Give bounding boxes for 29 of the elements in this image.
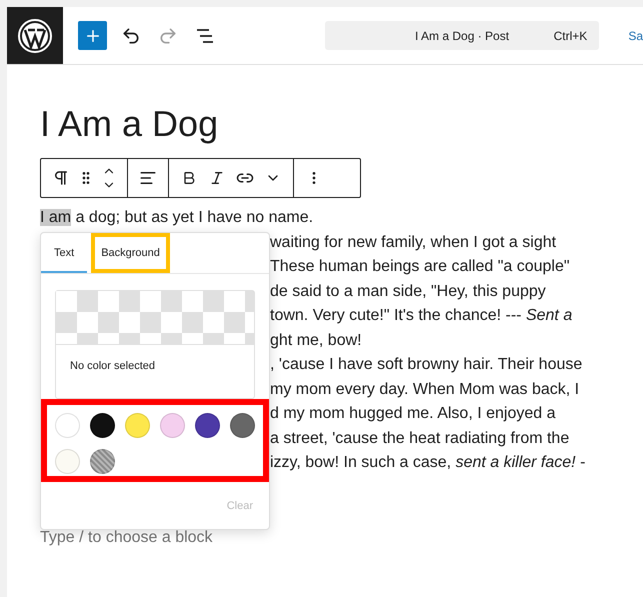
current-color-label: No color selected [69, 359, 156, 372]
color-tab[interactable]: Background [91, 233, 170, 273]
color-tab[interactable]: Text [41, 233, 88, 273]
paragraph-line: ght me, bow! [270, 330, 362, 350]
paragraph-line: d my mom hugged me. Also, I enjoyed a [270, 404, 556, 424]
wordpress-logo[interactable] [7, 7, 64, 64]
color-swatch[interactable] [160, 413, 185, 438]
wordpress-logo-icon [17, 18, 54, 54]
paragraph-line: , 'cause I have soft browny hair. Their house [270, 355, 582, 375]
post-title[interactable]: I Am a Dog [40, 103, 643, 145]
color-swatch[interactable] [90, 413, 115, 438]
color-swatch[interactable] [55, 449, 80, 474]
paragraph-line: I am a dog; but as yet I have no name. [40, 208, 314, 228]
paragraph-line: waiting for new family, when I got a sight [270, 232, 556, 252]
paragraph-line: a street, 'cause the heat radiating from the [270, 428, 570, 448]
add-block-button[interactable] [78, 21, 108, 50]
paragraph-line: izzy, bow! In such a case, sent a killer face! - [270, 453, 586, 473]
color-swatch[interactable] [195, 413, 220, 438]
paragraph-line: town. Very cute!" It's the chance! --- Sent a [270, 306, 572, 326]
save-link[interactable]: Sa [628, 28, 643, 42]
command-bar[interactable]: I Am a Dog · Post Ctrl+K [325, 21, 600, 50]
color-swatch[interactable] [90, 449, 115, 474]
color-swatch[interactable] [125, 413, 150, 438]
block-placeholder[interactable]: Type / to choose a block [40, 528, 213, 548]
color-swatch[interactable] [230, 413, 255, 438]
paragraph-line: These human beings are called "a couple" [270, 257, 570, 277]
paragraph-line: my mom every day. When Mom was back, I [270, 380, 580, 400]
color-swatch[interactable] [55, 413, 80, 438]
paragraph-line: de said to a man side, "Hey, this puppy [270, 282, 546, 302]
